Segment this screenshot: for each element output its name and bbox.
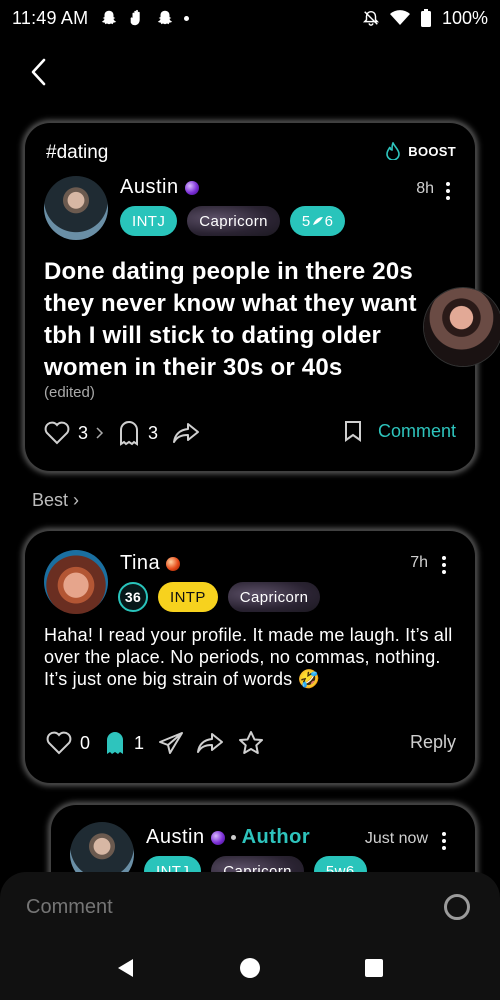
post-actions: 3 3 [44, 420, 200, 446]
reply-body: Haha! I read your profile. It made me la… [44, 625, 453, 689]
system-nav-bar [0, 948, 500, 988]
comment-composer [0, 872, 500, 1000]
level-badge: 36 [118, 582, 148, 612]
nav-back-icon[interactable] [115, 957, 137, 979]
gem-badge-icon [166, 556, 181, 571]
reply-card[interactable]: Tina 7h 36 INTP Capricorn Haha! I read y… [24, 530, 476, 784]
battery-level: 100% [441, 7, 488, 28]
tag-zodiac: Capricorn [187, 206, 280, 236]
gem-badge-icon [210, 830, 225, 845]
reply-button[interactable]: Reply [410, 732, 456, 753]
tag-mbti: INTJ [120, 206, 178, 236]
edited-label: (edited) [44, 384, 95, 401]
nested-author-name: Austin [146, 826, 205, 848]
media-circle-button[interactable] [444, 894, 470, 920]
battery-icon [420, 9, 431, 27]
author-name: Austin [120, 176, 179, 198]
ghost-button[interactable]: 3 [118, 420, 158, 446]
author-name-row[interactable]: Austin [120, 176, 199, 199]
ghost-icon [120, 421, 139, 446]
status-bar: 11:49 AM 100% [0, 0, 500, 36]
ghost-count: 3 [148, 422, 159, 443]
share-icon[interactable] [196, 732, 224, 754]
like-count: 0 [80, 732, 91, 753]
author-tags: INTJ Capricorn 56 [120, 206, 346, 236]
more-options-icon[interactable] [442, 556, 448, 574]
heart-icon [44, 421, 70, 445]
heart-icon [46, 731, 72, 755]
wifi-icon [389, 10, 410, 25]
send-icon[interactable] [158, 731, 184, 755]
reply-actions: 0 1 [46, 730, 264, 756]
floating-chat-head-avatar[interactable] [424, 288, 500, 366]
separator-dot [230, 835, 236, 840]
reply-tags: 36 INTP Capricorn [118, 582, 321, 612]
chevron-right-icon [96, 427, 104, 439]
post-body: Done dating people in there 20s they nev… [44, 258, 417, 381]
boost-label: BOOST [408, 143, 456, 159]
reply-avatar[interactable] [44, 550, 108, 614]
nav-home-icon[interactable] [239, 957, 261, 979]
star-icon[interactable] [238, 731, 264, 755]
boost-button[interactable]: BOOST [386, 142, 456, 160]
comment-label[interactable]: Comment [378, 421, 456, 442]
tag-mbti: INTP [158, 582, 218, 612]
post-hashtag[interactable]: #dating [46, 142, 108, 164]
tag-zodiac: Capricorn [227, 582, 321, 612]
gem-badge-icon [184, 180, 199, 195]
enneagram-type: 5 [301, 212, 311, 230]
bell-off-icon [362, 10, 379, 26]
more-options-icon[interactable] [446, 182, 452, 200]
reply-name-row[interactable]: Tina [120, 552, 181, 575]
nested-time: Just now [364, 830, 428, 847]
like-button[interactable]: 3 [44, 421, 104, 445]
more-options-icon[interactable] [442, 832, 448, 850]
nav-recents-icon[interactable] [363, 957, 385, 979]
notification-icons [100, 9, 190, 27]
share-icon[interactable] [172, 422, 200, 444]
post-card[interactable]: #dating BOOST Austin 8h INTJ Capricorn 5… [24, 122, 476, 472]
snapchat-icon [102, 10, 117, 25]
post-time: 8h [416, 180, 434, 197]
bookmark-icon[interactable] [344, 420, 362, 442]
snapchat-icon-2 [158, 10, 173, 25]
reply-time: 7h [410, 554, 428, 571]
dot-icon [184, 15, 190, 21]
ghost-icon [107, 732, 124, 754]
status-time: 11:49 AM [12, 7, 89, 28]
nested-name-row[interactable]: Austin Author [146, 826, 310, 849]
author-avatar[interactable] [44, 176, 108, 240]
ghost-count: 1 [134, 732, 145, 753]
comment-button[interactable]: Comment [344, 420, 456, 442]
sort-best-dropdown[interactable]: Best › [32, 490, 79, 511]
author-indicator: Author [241, 826, 311, 848]
comment-input[interactable] [26, 896, 291, 919]
status-right: 100% [362, 8, 488, 29]
tag-enneagram: 56 [289, 206, 346, 236]
back-arrow-icon[interactable] [26, 56, 54, 88]
ghost-button[interactable]: 1 [104, 730, 144, 756]
hand-icon [130, 9, 141, 26]
reply-author-name: Tina [120, 552, 161, 574]
wing-icon [312, 217, 323, 225]
like-count: 3 [78, 422, 89, 443]
enneagram-wing: 6 [324, 212, 334, 230]
like-button[interactable]: 0 [46, 731, 90, 755]
flame-drop-icon [386, 142, 401, 160]
sort-label: Best [32, 490, 69, 510]
